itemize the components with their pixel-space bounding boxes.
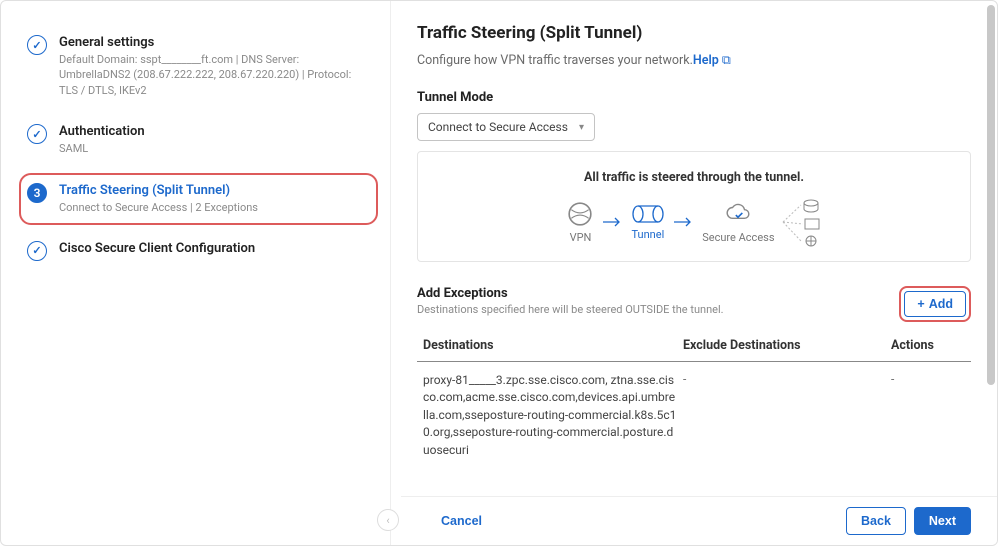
diagram-secure-label: Secure Access — [702, 231, 774, 244]
cancel-button[interactable]: Cancel — [427, 508, 496, 534]
step-subtitle: SAML — [59, 141, 370, 156]
scrollbar-thumb[interactable] — [987, 5, 995, 385]
step-subtitle: Connect to Secure Access | 2 Exceptions — [59, 200, 370, 215]
app-frame: General settings Default Domain: sspt___… — [0, 0, 998, 546]
diagram-vpn-label: VPN — [570, 231, 592, 244]
diagram-tunnel-label: Tunnel — [631, 228, 664, 241]
col-actions-header: Actions — [891, 338, 971, 353]
step-subtitle: Default Domain: sspt________ft.com | DNS… — [59, 52, 370, 98]
pager-prev-button[interactable]: ‹ — [377, 509, 399, 531]
exceptions-hint: Destinations specified here will be stee… — [417, 303, 724, 316]
exceptions-table: Destinations Exclude Destinations Action… — [417, 338, 971, 469]
scrollbar[interactable] — [987, 5, 995, 541]
tunnel-mode-label: Tunnel Mode — [417, 90, 971, 105]
col-destinations-header: Destinations — [417, 338, 677, 353]
diagram-title: All traffic is steered through the tunne… — [428, 170, 960, 185]
check-icon — [27, 35, 47, 55]
tunnel-mode-value: Connect to Secure Access — [428, 120, 568, 134]
step-general-settings[interactable]: General settings Default Domain: sspt___… — [19, 25, 378, 108]
page-title: Traffic Steering (Split Tunnel) — [417, 23, 971, 43]
vpn-globe-icon — [567, 201, 593, 227]
step-title: Authentication — [59, 124, 370, 139]
step-cisco-secure-client[interactable]: Cisco Secure Client Configuration — [19, 231, 378, 271]
step-number-icon: 3 — [27, 183, 47, 203]
step-traffic-steering[interactable]: 3 Traffic Steering (Split Tunnel) Connec… — [19, 173, 378, 225]
add-exception-button[interactable]: + Add — [904, 291, 966, 317]
arrow-icon — [674, 217, 692, 227]
add-button-highlight: + Add — [899, 286, 971, 322]
back-button[interactable]: Back — [846, 507, 906, 535]
page-intro: Configure how VPN traffic traverses your… — [417, 53, 971, 68]
tunnel-mode-select[interactable]: Connect to Secure Access ▾ — [417, 113, 595, 141]
cell-actions: - — [891, 372, 971, 459]
help-link[interactable]: Help — [693, 53, 719, 68]
next-button[interactable]: Next — [914, 507, 971, 535]
check-icon — [27, 124, 47, 144]
tunnel-diagram: All traffic is steered through the tunne… — [417, 151, 971, 262]
step-title: Cisco Secure Client Configuration — [59, 241, 370, 256]
cell-exclude: - — [677, 372, 891, 459]
footer: Cancel Back Next — [401, 496, 997, 545]
step-title: Traffic Steering (Split Tunnel) — [59, 183, 370, 198]
col-exclude-header: Exclude Destinations — [677, 338, 891, 353]
step-title: General settings — [59, 35, 370, 50]
arrow-icon — [603, 217, 621, 227]
check-icon — [27, 241, 47, 261]
wizard-sidebar: General settings Default Domain: sspt___… — [1, 1, 391, 545]
cell-destinations: proxy-81_____3.zpc.sse.cisco.com, ztna.s… — [417, 372, 677, 459]
cloud-shield-icon — [725, 201, 751, 227]
external-link-icon: ⧉ — [722, 53, 731, 68]
chevron-down-icon: ▾ — [579, 122, 584, 133]
step-authentication[interactable]: Authentication SAML — [19, 114, 378, 166]
resources-icon — [781, 197, 821, 247]
exceptions-title: Add Exceptions — [417, 286, 724, 301]
main-panel: Traffic Steering (Split Tunnel) Configur… — [391, 1, 997, 545]
plus-icon: + — [917, 297, 924, 311]
tunnel-icon — [632, 204, 664, 224]
table-row: proxy-81_____3.zpc.sse.cisco.com, ztna.s… — [417, 362, 971, 469]
